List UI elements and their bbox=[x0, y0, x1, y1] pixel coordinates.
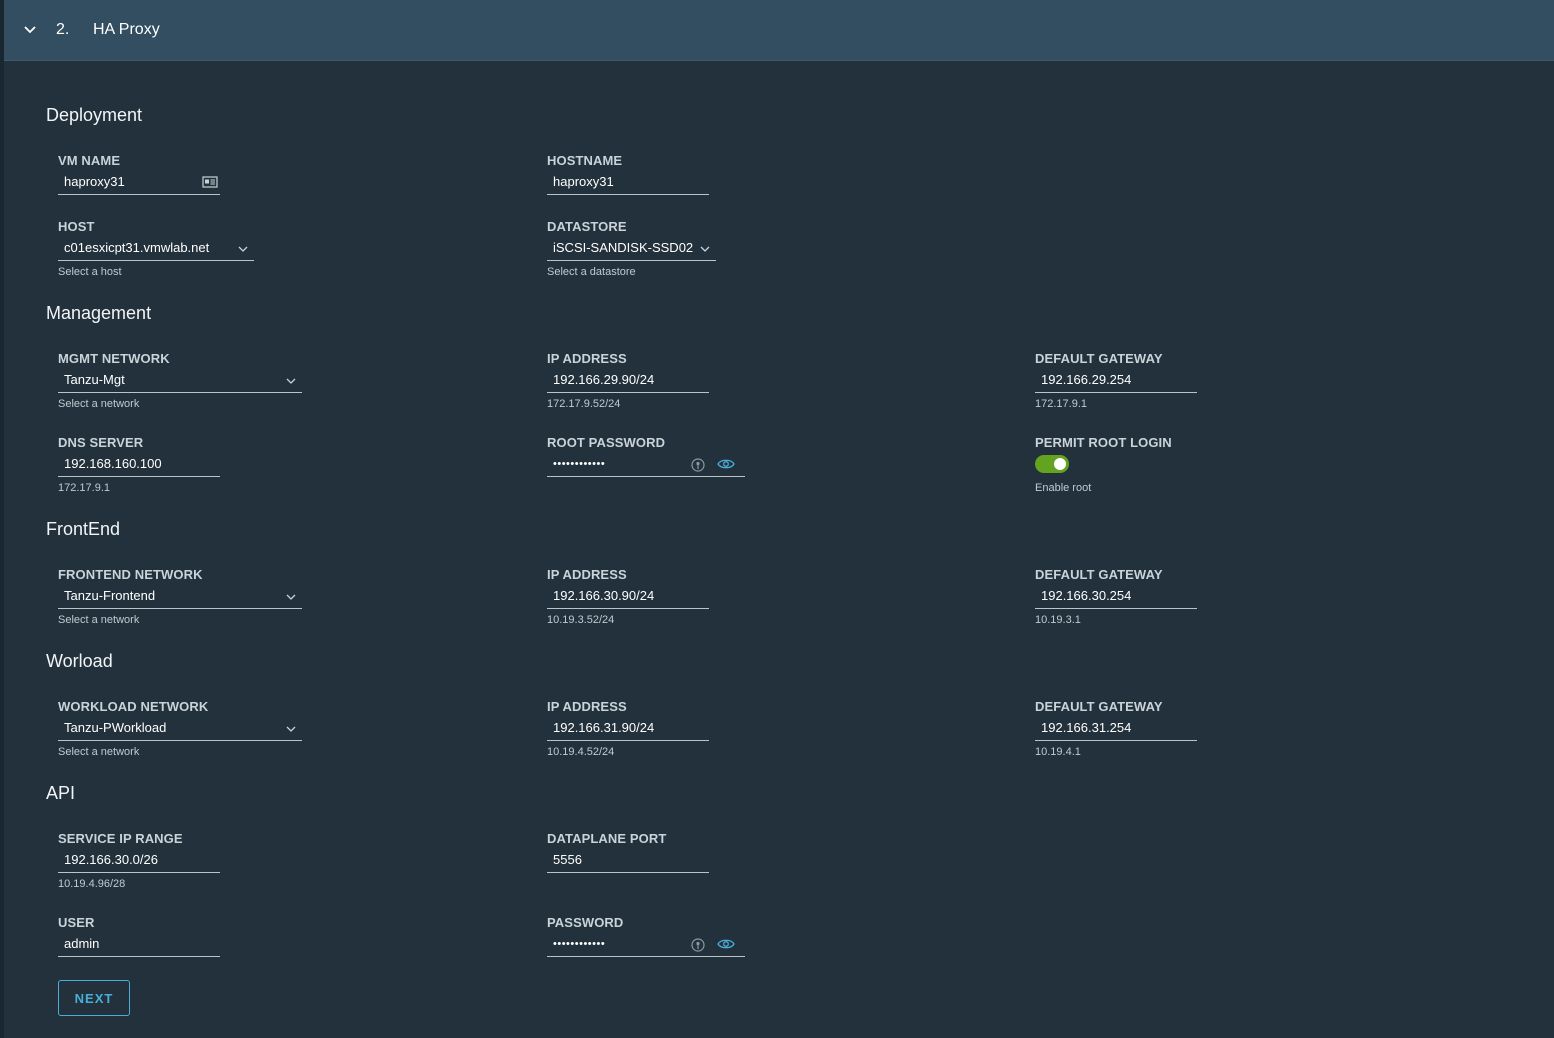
mgmt-network-label: MGMT NETWORK bbox=[58, 351, 170, 366]
dns-server-field[interactable]: 192.168.160.100 bbox=[58, 453, 220, 477]
mgmt-network-select[interactable]: Tanzu-Mgt bbox=[58, 369, 302, 393]
service-ip-range-helper: 10.19.4.96/28 bbox=[58, 878, 126, 890]
chevron-down-icon bbox=[286, 594, 296, 600]
frontend-ip-field[interactable]: 192.166.30.90/24 bbox=[547, 585, 709, 609]
password-value: •••••••••••• bbox=[553, 938, 606, 950]
hostname-field[interactable]: haproxy31 bbox=[547, 171, 709, 195]
workload-ip-field[interactable]: 192.166.31.90/24 bbox=[547, 717, 709, 741]
workload-ip-label: IP ADDRESS bbox=[547, 699, 627, 714]
vm-name-value: haproxy31 bbox=[64, 174, 125, 189]
workload-ip-value: 192.166.31.90/24 bbox=[553, 720, 655, 735]
service-ip-range-value: 192.166.30.0/26 bbox=[64, 852, 158, 867]
permit-root-login-helper: Enable root bbox=[1035, 482, 1092, 494]
workload-network-value: Tanzu-PWorkload bbox=[64, 720, 167, 735]
mgmt-network-helper: Select a network bbox=[58, 398, 140, 410]
root-password-label: ROOT PASSWORD bbox=[547, 435, 666, 450]
next-button[interactable]: NEXT bbox=[58, 980, 130, 1016]
dataplane-port-field[interactable]: 5556 bbox=[547, 849, 709, 873]
workload-network-label: WORKLOAD NETWORK bbox=[58, 699, 209, 714]
user-label: USER bbox=[58, 915, 95, 930]
hostname-label: HOSTNAME bbox=[547, 153, 623, 168]
chevron-down-icon bbox=[700, 246, 710, 252]
frontend-network-label: FRONTEND NETWORK bbox=[58, 567, 203, 582]
chevron-down-icon bbox=[286, 726, 296, 732]
mgmt-gateway-value: 192.166.29.254 bbox=[1041, 372, 1132, 387]
section-deployment-title: Deployment bbox=[46, 105, 143, 125]
frontend-network-helper: Select a network bbox=[58, 614, 140, 626]
frontend-gateway-field[interactable]: 192.166.30.254 bbox=[1035, 585, 1197, 609]
root-password-value: •••••••••••• bbox=[553, 458, 606, 470]
workload-ip-helper: 10.19.4.52/24 bbox=[547, 746, 615, 758]
user-field[interactable]: admin bbox=[58, 933, 220, 957]
step-title: HA Proxy bbox=[93, 21, 160, 38]
dns-server-value: 192.168.160.100 bbox=[64, 456, 162, 471]
permit-root-login-label: PERMIT ROOT LOGIN bbox=[1035, 435, 1172, 450]
stepper-header[interactable]: 2. HA Proxy bbox=[4, 0, 1554, 61]
frontend-gateway-value: 192.166.30.254 bbox=[1041, 588, 1132, 603]
vm-name-field[interactable]: haproxy31 bbox=[58, 171, 220, 195]
section-management-title: Management bbox=[46, 303, 152, 323]
vm-name-label: VM NAME bbox=[58, 153, 121, 168]
host-label: HOST bbox=[58, 219, 95, 234]
workload-gateway-helper: 10.19.4.1 bbox=[1035, 746, 1081, 758]
dns-server-helper: 172.17.9.1 bbox=[58, 482, 110, 494]
mgmt-ip-helper: 172.17.9.52/24 bbox=[547, 398, 621, 410]
mgmt-ip-value: 192.166.29.90/24 bbox=[553, 372, 655, 387]
workload-network-helper: Select a network bbox=[58, 746, 140, 758]
dataplane-port-value: 5556 bbox=[553, 852, 582, 867]
frontend-ip-helper: 10.19.3.52/24 bbox=[547, 614, 615, 626]
datastore-label: DATASTORE bbox=[547, 219, 627, 234]
section-api-title: API bbox=[46, 783, 76, 803]
host-helper: Select a host bbox=[58, 266, 122, 278]
chevron-down-icon[interactable] bbox=[22, 22, 38, 38]
frontend-gateway-helper: 10.19.3.1 bbox=[1035, 614, 1081, 626]
chevron-down-icon bbox=[238, 246, 248, 252]
frontend-network-select[interactable]: Tanzu-Frontend bbox=[58, 585, 302, 609]
mgmt-ip-label: IP ADDRESS bbox=[547, 351, 627, 366]
dns-server-label: DNS SERVER bbox=[58, 435, 144, 450]
user-value: admin bbox=[64, 936, 100, 951]
frontend-network-value: Tanzu-Frontend bbox=[64, 588, 156, 603]
mgmt-gateway-label: DEFAULT GATEWAY bbox=[1035, 351, 1163, 366]
mgmt-gateway-helper: 172.17.9.1 bbox=[1035, 398, 1087, 410]
workload-gateway-value: 192.166.31.254 bbox=[1041, 720, 1132, 735]
mgmt-network-value: Tanzu-Mgt bbox=[64, 372, 125, 387]
host-select[interactable]: c01esxicpt31.vmwlab.net bbox=[58, 237, 254, 261]
left-edge bbox=[0, 0, 4, 1038]
hostname-value: haproxy31 bbox=[553, 174, 614, 189]
password-label: PASSWORD bbox=[547, 915, 624, 930]
service-ip-range-label: SERVICE IP RANGE bbox=[58, 831, 183, 846]
chevron-down-icon bbox=[286, 378, 296, 384]
password-field[interactable]: •••••••••••• bbox=[547, 933, 745, 957]
section-frontend-title: FrontEnd bbox=[46, 519, 121, 539]
dataplane-port-label: DATAPLANE PORT bbox=[547, 831, 667, 846]
root-password-field[interactable]: •••••••••••• bbox=[547, 453, 745, 477]
section-workload-title: Worload bbox=[46, 651, 113, 671]
eye-icon[interactable] bbox=[717, 458, 735, 470]
frontend-ip-value: 192.166.30.90/24 bbox=[553, 588, 655, 603]
datastore-select[interactable]: iSCSI-SANDISK-SSD02 bbox=[547, 237, 716, 261]
key-icon bbox=[691, 938, 705, 952]
datastore-helper: Select a datastore bbox=[547, 266, 636, 278]
frontend-gateway-label: DEFAULT GATEWAY bbox=[1035, 567, 1163, 582]
host-value: c01esxicpt31.vmwlab.net bbox=[64, 240, 210, 255]
step-number: 2. bbox=[56, 21, 70, 38]
workload-gateway-field[interactable]: 192.166.31.254 bbox=[1035, 717, 1197, 741]
workload-gateway-label: DEFAULT GATEWAY bbox=[1035, 699, 1163, 714]
toggle-knob bbox=[1054, 458, 1066, 470]
eye-icon[interactable] bbox=[717, 938, 735, 950]
mgmt-gateway-field[interactable]: 192.166.29.254 bbox=[1035, 369, 1197, 393]
datastore-value: iSCSI-SANDISK-SSD02 bbox=[553, 240, 694, 255]
frontend-ip-label: IP ADDRESS bbox=[547, 567, 627, 582]
service-ip-range-field[interactable]: 192.166.30.0/26 bbox=[58, 849, 220, 873]
mgmt-ip-field[interactable]: 192.166.29.90/24 bbox=[547, 369, 709, 393]
permit-root-login-toggle[interactable] bbox=[1035, 455, 1069, 473]
id-card-icon[interactable] bbox=[202, 176, 218, 188]
key-icon bbox=[691, 458, 705, 472]
workload-network-select[interactable]: Tanzu-PWorkload bbox=[58, 717, 302, 741]
